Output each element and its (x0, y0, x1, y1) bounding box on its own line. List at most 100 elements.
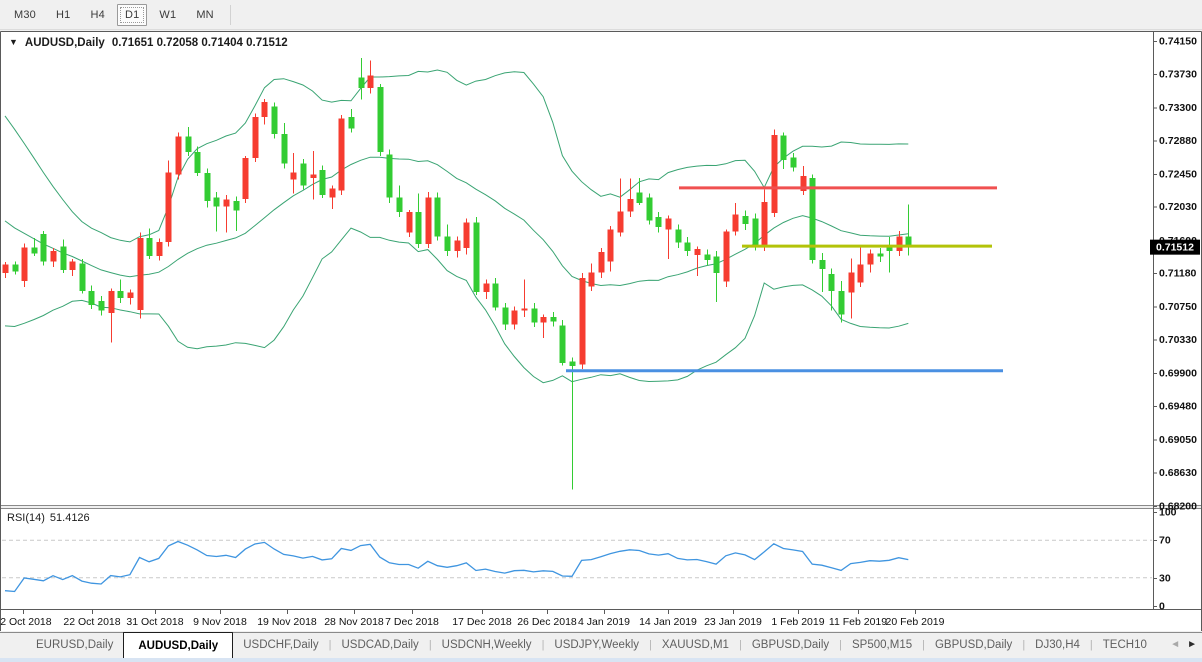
date-tick-label: 11 Feb 2019 (829, 616, 887, 628)
candle-body (589, 272, 595, 286)
candle-body (368, 75, 374, 88)
candle-body (849, 272, 855, 292)
candle-body (99, 301, 105, 310)
tab-sp500-m15[interactable]: SP500,M15 (842, 633, 922, 658)
tab-usdchf-daily[interactable]: USDCHF,Daily (233, 633, 328, 658)
candle-body (829, 274, 835, 291)
chart-title: ▼ AUDUSD,Daily 0.71651 0.72058 0.71404 0… (9, 37, 288, 49)
tab-dj30-h4[interactable]: DJ30,H4 (1025, 633, 1090, 658)
tab-eurusd-daily[interactable]: EURUSD,Daily (26, 633, 123, 658)
status-strip (0, 658, 1202, 662)
trading-terminal-window: { "toolbar": { "timeframes": [ {"label":… (0, 0, 1202, 662)
candle-body (676, 229, 682, 242)
candle-body (637, 193, 643, 203)
candle-body (3, 265, 9, 274)
candle-body (724, 232, 730, 282)
tab-audusd-daily[interactable]: AUDUSD,Daily (123, 632, 233, 658)
price-tick-label: 0.69900 (1159, 368, 1197, 380)
candle-body (416, 212, 422, 244)
chart-tab-bar: EURUSD,DailyAUDUSD,DailyUSDCHF,Daily|USD… (0, 632, 1202, 658)
candle-body (743, 216, 749, 224)
rsi-tick-label: 100 (1159, 507, 1177, 519)
candle-body (551, 317, 557, 322)
candle-body (387, 154, 393, 197)
tab-scroll-left-icon[interactable]: ◄ (1170, 639, 1180, 650)
candle-body (41, 234, 47, 261)
rsi-tick-label: 70 (1159, 535, 1171, 547)
candle-body (89, 291, 95, 305)
date-tick-label: 14 Jan 2019 (639, 616, 697, 628)
candle-body (878, 254, 884, 257)
candle-body (820, 260, 826, 269)
candle-body (618, 211, 624, 232)
candle-body (80, 264, 86, 291)
date-tick-label: 23 Jan 2019 (704, 616, 762, 628)
candle-body (522, 308, 528, 310)
candle-body (580, 278, 586, 365)
candle-body (311, 175, 317, 178)
candle-body (541, 317, 547, 322)
tab-usdcad-daily[interactable]: USDCAD,Daily (331, 633, 428, 658)
tab-scroll-right-icon[interactable]: ► (1187, 639, 1197, 650)
tab-gbpusd-daily[interactable]: GBPUSD,Daily (742, 633, 839, 658)
tab-tech10[interactable]: TECH10 (1093, 633, 1157, 658)
date-tick-label: 26 Dec 2018 (517, 616, 577, 628)
candle-body (599, 252, 605, 272)
candle-body (51, 251, 57, 261)
chart-canvas[interactable]: 0.741500.737300.733000.728800.724500.720… (0, 0, 1202, 662)
candle-body (445, 236, 451, 251)
candle-body (628, 199, 634, 212)
tab-xauusd-m1[interactable]: XAUUSD,M1 (652, 633, 739, 658)
candle-body (484, 283, 490, 292)
candle-body (176, 136, 182, 174)
candle-body (781, 136, 787, 160)
candle-body (435, 197, 441, 236)
current-price-label: 0.71512 (1156, 242, 1194, 254)
chart-ohlc-values: 0.71651 0.72058 0.71404 0.71512 (112, 37, 288, 49)
candle-body (32, 247, 38, 253)
candle-body (695, 249, 701, 255)
candle-body (291, 172, 297, 179)
chevron-down-icon[interactable]: ▼ (9, 37, 18, 47)
candle-body (166, 172, 172, 242)
candle-body (13, 265, 19, 272)
price-tick-label: 0.70330 (1159, 334, 1197, 346)
tab-gbpusd-daily[interactable]: GBPUSD,Daily (925, 633, 1022, 658)
date-tick-label: 22 Oct 2018 (63, 616, 120, 628)
candle-body (128, 293, 134, 298)
candle-body (705, 254, 711, 259)
tab-usdjpy-weekly[interactable]: USDJPY,Weekly (544, 633, 649, 658)
candle-body (272, 107, 278, 134)
price-tick-label: 0.72880 (1159, 135, 1197, 147)
tab-scroll-arrows: ◄ ► (1170, 632, 1197, 657)
candle-body (464, 222, 470, 248)
date-tick-label: 12 Oct 2018 (0, 616, 52, 628)
candle-body (733, 214, 739, 231)
candle-body (147, 238, 153, 256)
candle-body (858, 265, 864, 283)
price-tick-label: 0.72450 (1159, 168, 1197, 180)
candle-body (397, 197, 403, 212)
candle-body (195, 152, 201, 173)
candle-body (61, 247, 67, 270)
candle-body (186, 136, 192, 152)
chart-background (1, 31, 1201, 610)
tab-usdcnh-weekly[interactable]: USDCNH,Weekly (432, 633, 542, 658)
candle-body (70, 261, 76, 270)
candle-body (349, 117, 355, 129)
candle-body (262, 102, 268, 117)
candle-body (685, 243, 691, 252)
candle-body (22, 247, 28, 281)
candle-body (656, 217, 662, 227)
candle-body (138, 238, 144, 310)
date-tick-label: 7 Dec 2018 (385, 616, 439, 628)
date-tick-label: 9 Nov 2018 (193, 616, 247, 628)
date-tick-label: 19 Nov 2018 (257, 616, 317, 628)
rsi-tick-label: 0 (1159, 601, 1165, 613)
price-tick-label: 0.69050 (1159, 434, 1197, 446)
candle-body (320, 170, 326, 195)
candle-body (118, 291, 124, 298)
chart-symbol-label: AUDUSD,Daily (25, 37, 105, 49)
price-tick-label: 0.74150 (1159, 36, 1197, 48)
candle-body (109, 291, 115, 313)
